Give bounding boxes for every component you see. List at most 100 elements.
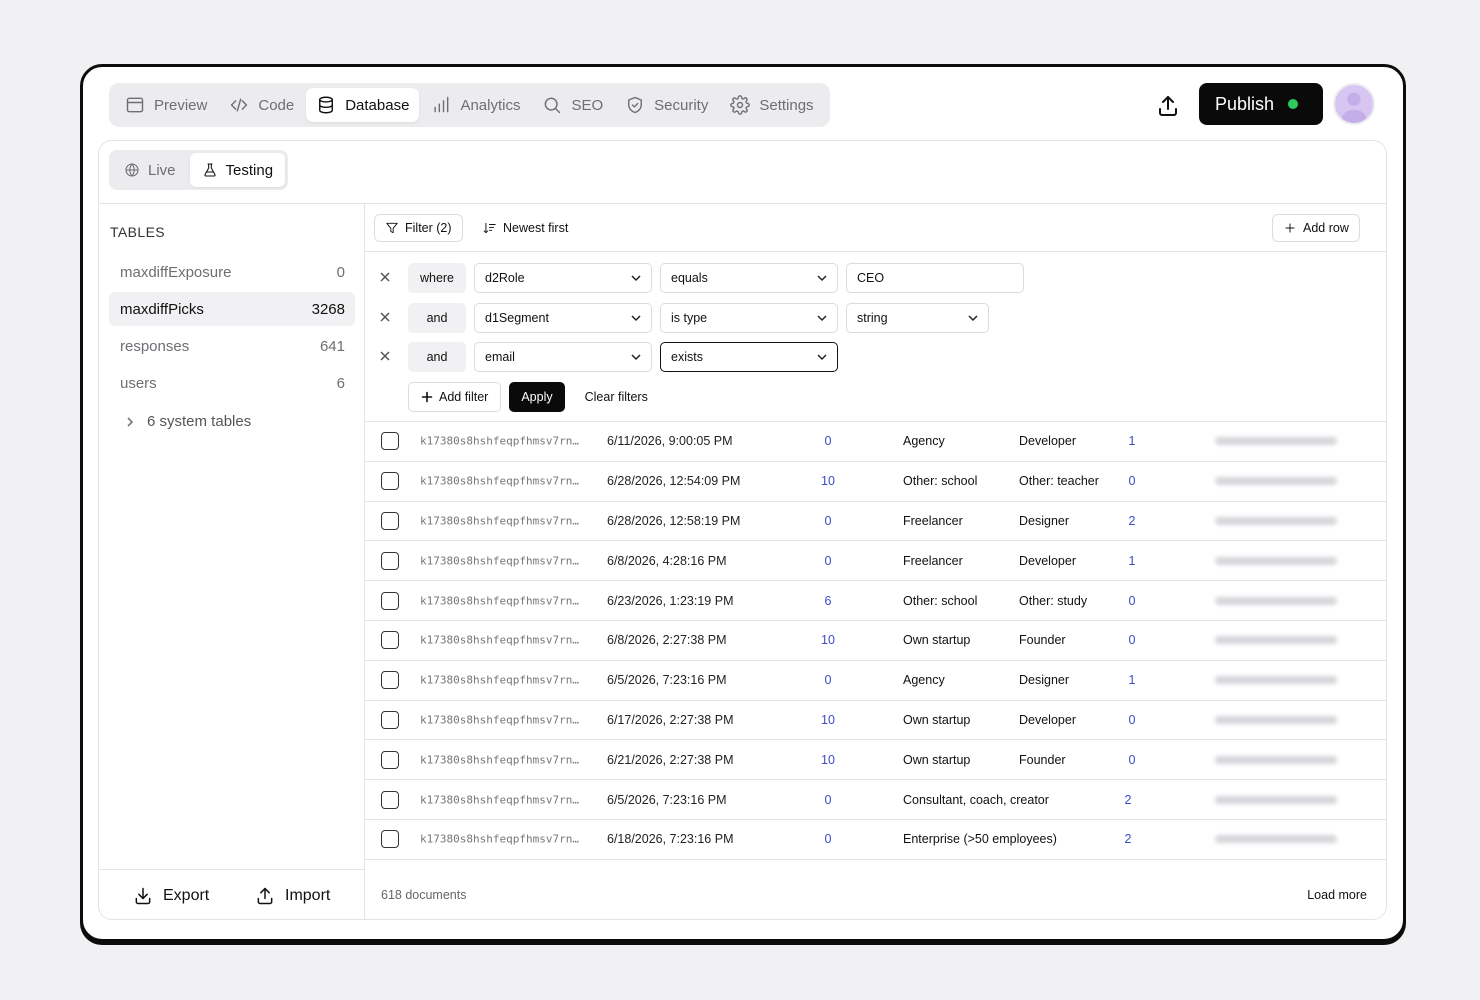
row-checkbox[interactable] — [381, 830, 399, 849]
system-tables-toggle[interactable]: 6 system tables — [125, 413, 251, 430]
table-row[interactable]: k17380s8hshfeqpfhmsv7rn… 6/8/2026, 4:28:1… — [365, 541, 1386, 582]
row-checkbox[interactable] — [381, 432, 399, 451]
clear-filters-button[interactable]: Clear filters — [573, 382, 660, 412]
publish-status-dot — [1288, 99, 1299, 109]
table-row[interactable]: k17380s8hshfeqpfhmsv7rn… 6/5/2026, 7:23:1… — [365, 661, 1386, 701]
filter-operator-select[interactable]: equals — [660, 263, 838, 293]
table-row[interactable]: k17380s8hshfeqpfhmsv7rn… 6/18/2026, 7:23:… — [365, 820, 1386, 860]
tab-preview[interactable]: Preview — [115, 88, 217, 122]
cell-count: 0 — [1128, 752, 1136, 767]
gear-icon — [730, 95, 751, 115]
filter-operator-select[interactable]: exists — [660, 342, 838, 372]
cell-segment: Agency — [903, 434, 945, 449]
cell-id: k17380s8hshfeqpfhmsv7rn… — [420, 474, 579, 488]
row-checkbox[interactable] — [381, 511, 399, 530]
filter-button[interactable]: Filter (2) — [374, 214, 463, 242]
download-icon — [135, 887, 151, 904]
table-row[interactable]: k17380s8hshfeqpfhmsv7rn… 6/8/2026, 2:27:3… — [365, 621, 1386, 661]
sort-icon — [483, 222, 496, 234]
cell-number: 0 — [824, 832, 832, 847]
cell-id: k17380s8hshfeqpfhmsv7rn… — [420, 633, 579, 647]
filter-field-value: d2Role — [485, 271, 525, 285]
cell-number: 0 — [824, 792, 832, 807]
sort-button[interactable]: Newest first — [473, 214, 578, 242]
apply-button[interactable]: Apply — [509, 382, 565, 412]
filter-field-select[interactable]: email — [474, 342, 652, 372]
tab-analytics[interactable]: Analytics — [421, 88, 530, 122]
table-row[interactable]: k17380s8hshfeqpfhmsv7rn… 6/11/2026, 9:00:… — [365, 422, 1386, 462]
cell-email-redacted — [1215, 516, 1337, 525]
sidebar-item-maxdiffexposure[interactable]: maxdiffExposure 0 — [109, 255, 355, 289]
cell-role: Developer — [1019, 434, 1076, 449]
cell-role: Developer — [1019, 712, 1076, 727]
table-row[interactable]: k17380s8hshfeqpfhmsv7rn… 6/21/2026, 2:27:… — [365, 740, 1386, 781]
add-filter-button[interactable]: Add filter — [408, 382, 502, 412]
env-tab-live[interactable]: Live — [112, 153, 188, 187]
cell-number: 10 — [821, 474, 835, 489]
sidebar-item-responses[interactable]: responses 641 — [109, 329, 355, 363]
table-row[interactable]: k17380s8hshfeqpfhmsv7rn… 6/17/2026, 2:27:… — [365, 701, 1386, 741]
cell-count: 2 — [1128, 513, 1136, 528]
export-button[interactable]: Export — [133, 886, 209, 906]
plus-icon — [1285, 223, 1295, 233]
table-row[interactable]: k17380s8hshfeqpfhmsv7rn… 6/23/2026, 1:23:… — [365, 581, 1386, 621]
filter-value-input[interactable]: CEO — [846, 263, 1024, 293]
chevron-down-icon — [631, 315, 641, 322]
row-checkbox[interactable] — [381, 710, 399, 729]
row-checkbox[interactable] — [381, 472, 399, 491]
table-name: responses — [120, 337, 190, 355]
filter-value-text: CEO — [857, 271, 885, 285]
add-row-button[interactable]: Add row — [1272, 214, 1360, 242]
tab-settings[interactable]: Settings — [720, 88, 823, 122]
table-row[interactable]: k17380s8hshfeqpfhmsv7rn… 6/28/2026, 12:58… — [365, 502, 1386, 542]
env-tab-testing[interactable]: Testing — [189, 153, 286, 187]
tab-code[interactable]: Code — [219, 88, 304, 122]
import-button[interactable]: Import — [255, 886, 330, 906]
table-count: 0 — [336, 263, 345, 281]
cell-segment: Consultant, coach, creator — [903, 792, 1049, 807]
table-toolbar: Filter (2) Newest first Add row — [365, 204, 1386, 252]
chevron-right-icon — [127, 416, 134, 427]
tab-database[interactable]: Database — [306, 88, 420, 122]
row-checkbox[interactable] — [381, 631, 399, 650]
table-row[interactable]: k17380s8hshfeqpfhmsv7rn… 6/28/2026, 12:54… — [365, 462, 1386, 502]
cell-email-redacted — [1215, 676, 1337, 685]
tab-security[interactable]: Security — [615, 88, 718, 122]
share-button[interactable] — [1153, 91, 1183, 121]
filter-operator-select[interactable]: is type — [660, 303, 838, 333]
cell-segment: Own startup — [903, 633, 971, 648]
remove-filter-button[interactable] — [379, 349, 395, 365]
cell-date: 6/5/2026, 7:23:16 PM — [607, 792, 727, 807]
sidebar-item-maxdiffpicks[interactable]: maxdiffPicks 3268 — [109, 292, 355, 326]
filter-conjunction: where — [408, 263, 466, 293]
search-icon — [545, 97, 561, 114]
filter-type-select[interactable]: string — [846, 303, 989, 333]
table-count: 3268 — [311, 300, 345, 318]
cell-segment: Other: school — [903, 474, 978, 489]
row-checkbox[interactable] — [381, 551, 399, 570]
table-count: 641 — [319, 337, 345, 355]
row-checkbox[interactable] — [381, 790, 399, 809]
row-checkbox[interactable] — [381, 671, 399, 690]
avatar[interactable] — [1333, 83, 1375, 125]
table-row[interactable]: k17380s8hshfeqpfhmsv7rn… 6/5/2026, 7:23:1… — [365, 780, 1386, 820]
database-panel: Live Testing TABLES maxdiffExposure 0 ma… — [98, 140, 1387, 920]
remove-filter-button[interactable] — [379, 310, 395, 326]
sidebar-item-users[interactable]: users 6 — [109, 366, 355, 400]
publish-button[interactable]: Publish — [1199, 83, 1323, 125]
tables-sidebar: TABLES maxdiffExposure 0 maxdiffPicks 32… — [99, 204, 365, 919]
row-checkbox[interactable] — [381, 750, 399, 769]
tab-seo[interactable]: SEO — [532, 88, 613, 122]
filter-operator-value: equals — [671, 271, 708, 285]
tab-label: Preview — [154, 96, 208, 114]
filter-field-select[interactable]: d1Segment — [474, 303, 652, 333]
cell-email-redacted — [1215, 556, 1337, 565]
remove-filter-button[interactable] — [379, 270, 395, 286]
export-label: Export — [163, 886, 210, 904]
sort-label: Newest first — [503, 221, 569, 235]
load-more-button[interactable]: Load more — [1307, 888, 1367, 902]
cell-segment: Freelancer — [903, 553, 963, 568]
row-checkbox[interactable] — [381, 591, 399, 610]
filter-field-select[interactable]: d2Role — [474, 263, 652, 293]
cell-id: k17380s8hshfeqpfhmsv7rn… — [420, 832, 579, 846]
